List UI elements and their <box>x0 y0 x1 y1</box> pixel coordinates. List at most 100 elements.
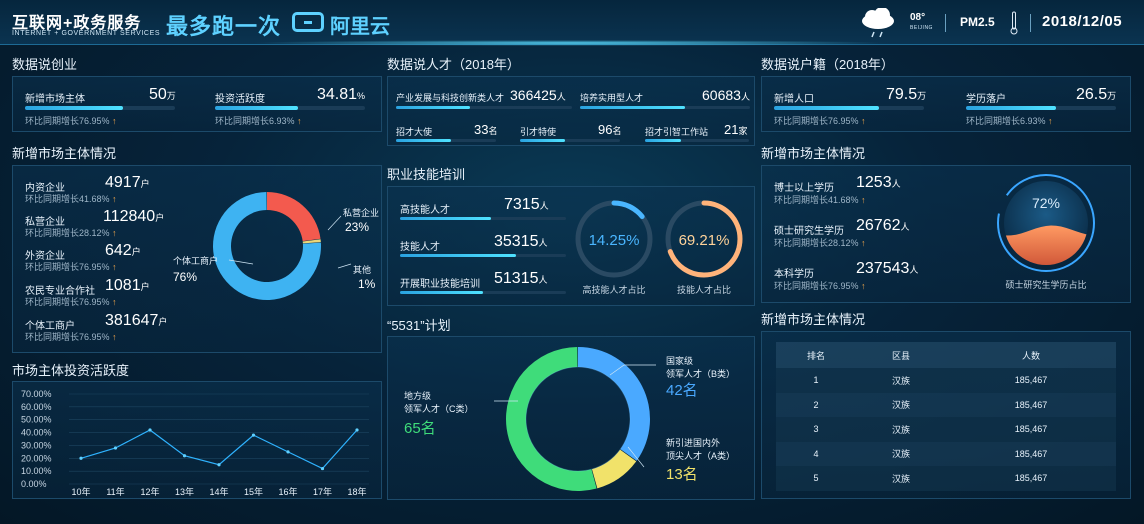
gauge-value: 14.25% <box>589 232 640 249</box>
progress-bar <box>396 106 572 109</box>
date: 2018/12/05 <box>1042 13 1123 30</box>
column-header: 区县 <box>891 350 910 361</box>
aliyun-logo-icon <box>292 12 324 32</box>
donut-label: 个体工商户 <box>173 255 218 266</box>
growth-text: 环比同期增长76.95% ↑ <box>774 281 866 291</box>
edu-value: 1253人 <box>856 174 901 191</box>
edu-label: 硕士研究生学历 <box>774 226 844 237</box>
table-row: 3 汉族 185,467 <box>776 417 1116 442</box>
edu-label: 博士以上学历 <box>774 183 834 194</box>
y-tick-label: 30.00% <box>21 440 52 450</box>
data-point <box>148 428 152 432</box>
plan-label: 地方级 <box>404 390 431 401</box>
section-title-startup: 数据说创业 <box>12 57 78 72</box>
table-row: 4 汉族 185,467 <box>776 441 1116 466</box>
talent-label: 引才特使 <box>520 127 557 137</box>
skill-label: 开展职业技能培训 <box>400 279 480 290</box>
brand-subtitle: INTERNET + GOVERNMENT SERVICES <box>12 30 161 37</box>
progress-fill <box>400 291 483 294</box>
education-panel: 博士以上学历 1253人 环比同期增长41.68% ↑ 硕士研究生学历 2676… <box>761 165 1131 303</box>
section-title-market: 新增市场主体情况 <box>12 146 117 161</box>
table-cell: 185,467 <box>1014 448 1048 459</box>
gauge-label: 高技能人才占比 <box>582 284 645 295</box>
plan-count: 65名 <box>404 420 436 437</box>
progress-fill <box>774 106 879 110</box>
y-tick-label: 60.00% <box>21 402 52 412</box>
column-header: 排名 <box>806 350 825 361</box>
header-glow <box>250 40 890 46</box>
x-tick-label: 16年 <box>278 486 297 497</box>
y-tick-label: 50.00% <box>21 415 52 425</box>
talent-label: 培养实用型人才 <box>580 93 644 103</box>
temperature: 08° <box>910 12 926 23</box>
progress-fill <box>400 217 492 220</box>
plan-label: 新引进国内外 <box>666 437 720 448</box>
growth-text: 环比同期增长28.12% ↑ <box>25 228 117 238</box>
skill-value: 7315人 <box>504 196 549 213</box>
x-tick-label: 11年 <box>106 486 124 497</box>
section-title-household: 数据说户籍（2018年） <box>761 57 894 72</box>
x-tick-label: 14年 <box>209 486 228 497</box>
gauge-value: 69.21% <box>679 232 730 249</box>
donut-segment <box>578 347 650 461</box>
table-row: 5 汉族 185,467 <box>776 466 1116 491</box>
x-tick-label: 18年 <box>347 486 366 497</box>
plan-donut-chart: 国家级 领军人才（B类） 42名 新引进国内外 顶尖人才（A类） 13名 地方级… <box>404 347 735 491</box>
growth-text: 环比同期增长41.68% ↑ <box>25 194 117 204</box>
progress-bar <box>520 139 620 142</box>
skill-value: 35315人 <box>494 233 548 250</box>
skill-label: 技能人才 <box>400 242 440 253</box>
market-panel: 内资企业 4917户 环比同期增长41.68% ↑ 私营企业 112840户 环… <box>12 165 382 353</box>
plan-label: 领军人才（B类） <box>666 368 735 379</box>
talent-value: 21家 <box>724 122 748 137</box>
growth-text: 环比同期增长76.95% ↑ <box>25 297 117 307</box>
table-cell: 185,467 <box>1014 424 1048 435</box>
table-row: 1 汉族 185,467 <box>776 368 1116 393</box>
section-title-skills: 职业技能培训 <box>387 167 466 182</box>
edu-value: 237543人 <box>856 260 919 277</box>
talent-value: 366425人 <box>510 87 566 103</box>
x-tick-label: 12年 <box>140 486 159 497</box>
household-panel: 新增人口 79.5万 环比同期增长76.95% ↑ 学历落户 26.5万 环比同… <box>761 76 1131 132</box>
growth-text: 环比同期增长28.12% ↑ <box>774 238 866 248</box>
section-title-education: 新增市场主体情况 <box>761 146 866 161</box>
progress-bar <box>25 106 175 110</box>
data-point <box>182 454 187 458</box>
plan-count: 42名 <box>666 382 698 399</box>
donut-segment <box>506 347 597 491</box>
growth-text: 环比同期增长76.95% ↑ <box>25 332 117 342</box>
gauge-label: 技能人才占比 <box>677 284 731 295</box>
metric-value: 50万 <box>149 86 176 103</box>
cloud-rain-icon <box>862 8 894 38</box>
data-point <box>113 446 118 450</box>
table-cell: 4 <box>813 448 819 459</box>
table-cell: 185,467 <box>1014 399 1048 410</box>
market-item-value: 1081户 <box>105 277 150 294</box>
talent-label: 招才引智工作站 <box>645 127 709 137</box>
metric-label: 新增市场主体 <box>25 94 85 105</box>
skill-value: 51315人 <box>494 270 548 287</box>
metric-label: 投资活跃度 <box>215 94 265 105</box>
progress-fill <box>396 139 451 142</box>
table-cell: 5 <box>813 473 819 484</box>
donut-pct: 76% <box>173 270 197 284</box>
metric-value: 34.81% <box>317 86 366 103</box>
x-tick-label: 10年 <box>71 486 90 497</box>
table-cell: 185,467 <box>1014 375 1048 386</box>
activity-line-chart: 70.00% 60.00% 50.00% 40.00% 30.00% 20.00% 10.0… <box>21 389 369 497</box>
startup-panel: 新增市场主体 50万 环比同期增长76.95% ↑ 投资活跃度 34.81% 环… <box>12 76 382 132</box>
skill-gauges: 14.25% 高技能人才占比 69.21% 技能人才占比 <box>575 200 743 295</box>
progress-bar <box>645 139 749 142</box>
growth-text: 环比同期增长41.68% ↑ <box>774 195 866 205</box>
progress-fill <box>580 106 686 109</box>
plan-label: 国家级 <box>666 355 693 366</box>
slogan-brand: 阿里云 <box>330 16 390 38</box>
y-tick-label: 0.00% <box>21 479 47 489</box>
talent-value: 96名 <box>598 122 622 137</box>
talent-value: 60683人 <box>702 87 750 103</box>
y-tick-label: 40.00% <box>21 428 52 438</box>
thermometer-icon <box>1010 11 1018 35</box>
x-tick-label: 13年 <box>175 486 194 497</box>
city: BEIJING <box>910 25 933 31</box>
edu-value: 26762人 <box>856 217 910 234</box>
